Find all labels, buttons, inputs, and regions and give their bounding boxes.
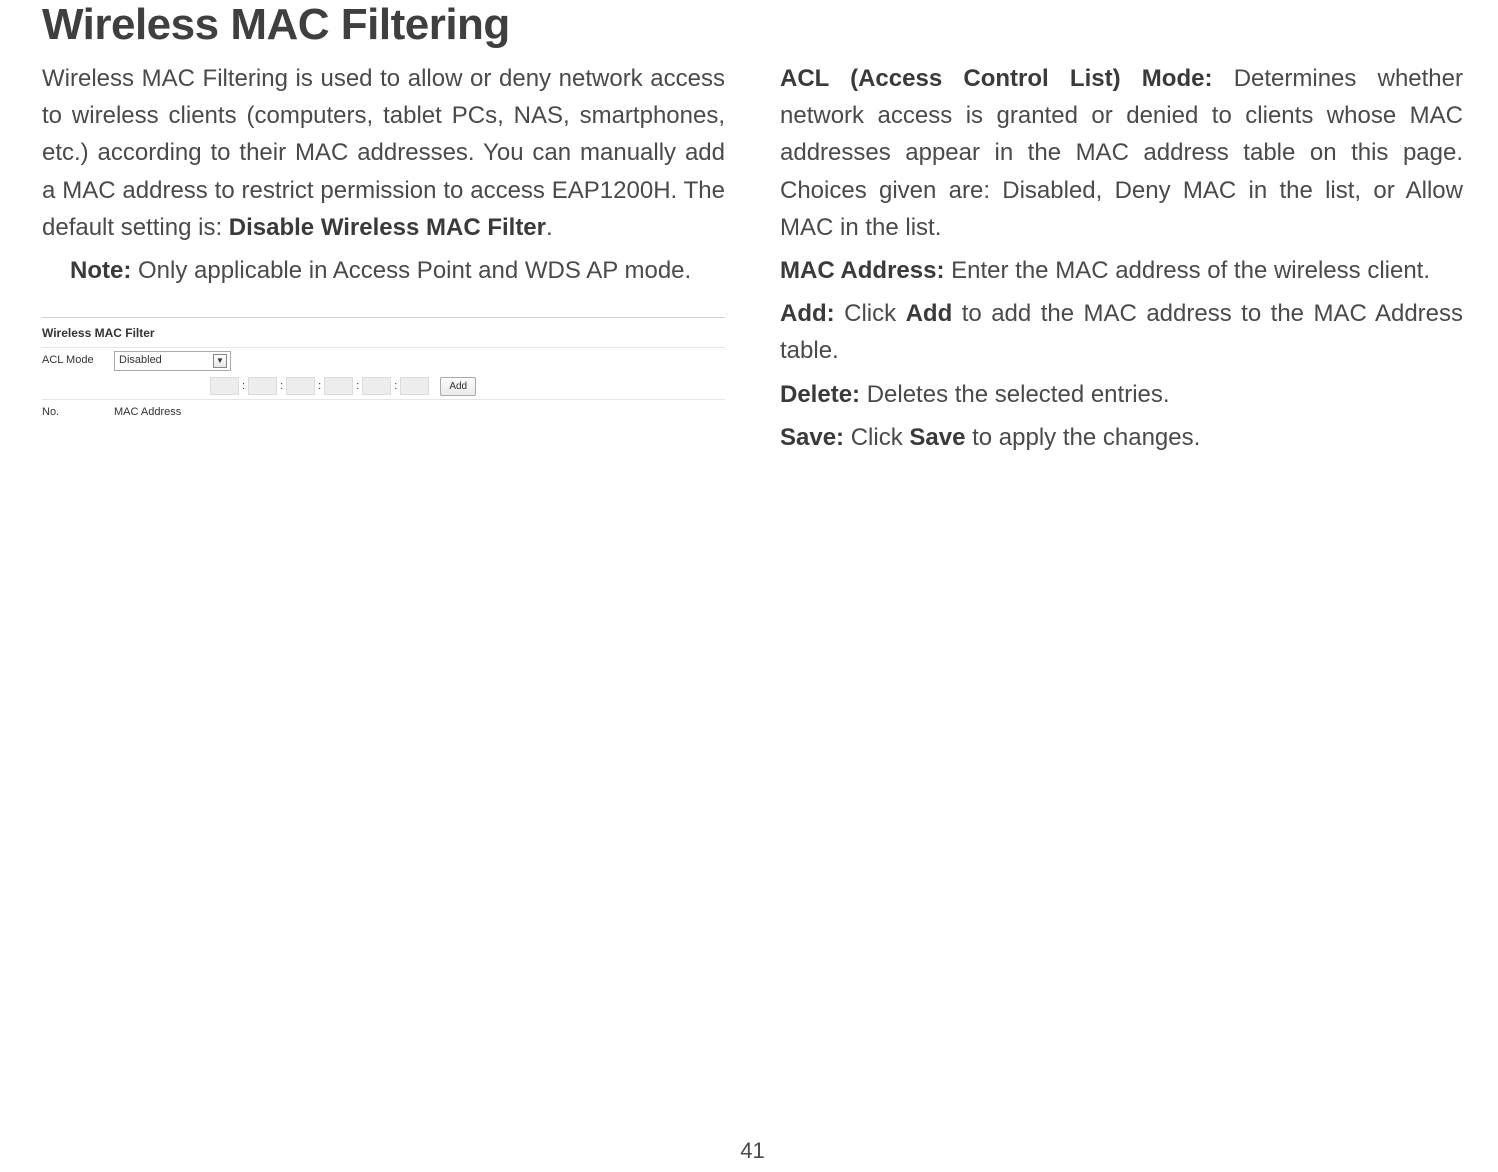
acl-mode-select[interactable]: Disabled ▼ — [114, 351, 231, 371]
mac-octet-1[interactable] — [210, 377, 239, 395]
colon: : — [242, 378, 245, 395]
acl-mode-value: Disabled — [119, 352, 162, 369]
note-line: Note: Only applicable in Access Point an… — [42, 252, 725, 289]
acl-label: ACL (Access Control List) Mode: — [780, 65, 1212, 92]
add-label: Add: — [780, 300, 835, 327]
colon: : — [356, 378, 359, 395]
save-bold: Save — [909, 424, 965, 451]
note-text: Only applicable in Access Point and WDS … — [131, 257, 691, 284]
page-number: 41 — [42, 1138, 1463, 1172]
delete-text: Deletes the selected entries. — [860, 381, 1170, 408]
mac-paragraph: MAC Address: Enter the MAC address of th… — [780, 252, 1463, 289]
mac-table-header: No. MAC Address — [42, 399, 725, 425]
mac-label: MAC Address: — [780, 257, 944, 284]
save-pre: Click — [844, 424, 909, 451]
save-post: to apply the changes. — [965, 424, 1200, 451]
mac-text: Enter the MAC address of the wireless cl… — [944, 257, 1430, 284]
mac-octet-5[interactable] — [362, 377, 391, 395]
content-columns: Wireless MAC Filtering is used to allow … — [42, 60, 1463, 462]
save-label: Save: — [780, 424, 844, 451]
add-paragraph: Add: Click Add to add the MAC address to… — [780, 295, 1463, 369]
panel-title: Wireless MAC Filter — [42, 324, 725, 343]
embedded-screenshot: Wireless MAC Filter ACL Mode Disabled ▼ … — [42, 317, 725, 425]
delete-label: Delete: — [780, 381, 860, 408]
save-paragraph: Save: Click Save to apply the changes. — [780, 419, 1463, 456]
page-title: Wireless MAC Filtering — [42, 0, 1463, 50]
add-bold: Add — [906, 300, 953, 327]
colon: : — [280, 378, 283, 395]
intro-paragraph: Wireless MAC Filtering is used to allow … — [42, 60, 725, 246]
note-label: Note: — [70, 257, 131, 284]
intro-end: . — [546, 214, 553, 241]
mac-octet-6[interactable] — [400, 377, 429, 395]
chevron-down-icon: ▼ — [213, 354, 227, 368]
mac-octet-3[interactable] — [286, 377, 315, 395]
mac-octet-2[interactable] — [248, 377, 277, 395]
add-button[interactable]: Add — [440, 377, 476, 397]
mac-octet-4[interactable] — [324, 377, 353, 395]
left-column: Wireless MAC Filtering is used to allow … — [42, 60, 725, 462]
colon: : — [394, 378, 397, 395]
add-pre: Click — [835, 300, 906, 327]
acl-mode-label: ACL Mode — [42, 352, 114, 369]
col-no: No. — [42, 404, 114, 421]
right-column: ACL (Access Control List) Mode: Determin… — [780, 60, 1463, 462]
intro-bold: Disable Wireless MAC Filter — [229, 214, 546, 241]
acl-paragraph: ACL (Access Control List) Mode: Determin… — [780, 60, 1463, 246]
mac-octet-inputs: : : : : : Add — [210, 377, 476, 397]
mac-input-row: : : : : : Add — [42, 374, 725, 400]
acl-row: ACL Mode Disabled ▼ — [42, 347, 725, 374]
colon: : — [318, 378, 321, 395]
col-mac: MAC Address — [114, 404, 181, 421]
delete-paragraph: Delete: Deletes the selected entries. — [780, 376, 1463, 413]
